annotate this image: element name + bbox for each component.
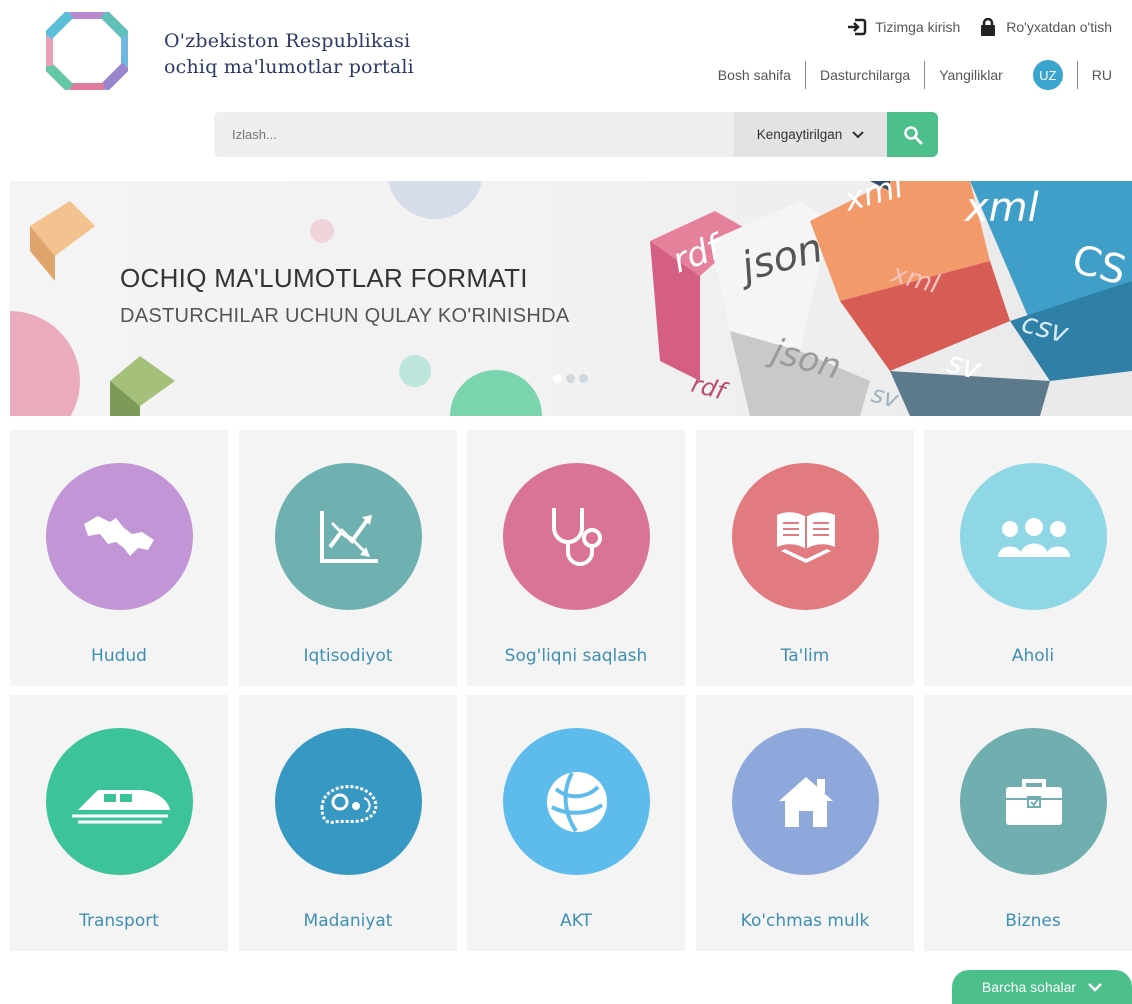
nav-home[interactable]: Bosh sahifa: [704, 67, 805, 83]
register-link[interactable]: Ro'yxatdan o'tish: [978, 18, 1112, 36]
banner-heading: OCHIQ MA'LUMOTLAR FORMATI: [120, 263, 528, 293]
search-input[interactable]: [214, 112, 734, 157]
people-icon: [960, 463, 1107, 610]
sign-in-icon: [848, 18, 867, 36]
chart-trend-icon: [275, 463, 422, 610]
category-label: Hudud: [91, 646, 147, 666]
lock-icon: [981, 18, 996, 36]
paisley-icon: [275, 728, 422, 875]
train-icon: [46, 728, 193, 875]
chevron-down-icon: [852, 130, 864, 138]
banner-subheading: DASTURCHILAR UCHUN QULAY KO'RINISHDA: [120, 305, 570, 327]
auth-links: Tizimga kirish Ro'yxatdan o'tish: [847, 18, 1112, 36]
search-icon: [903, 125, 922, 144]
category-tile-madaniyat[interactable]: Madaniyat: [239, 695, 457, 951]
open-book-icon: [732, 463, 879, 610]
svg-text:xml: xml: [963, 185, 1039, 231]
category-label: Ta'lim: [780, 646, 830, 666]
category-label: Ko'chmas mulk: [740, 911, 870, 931]
carousel-dot-2[interactable]: [566, 374, 575, 383]
svg-text:rdf: rdf: [688, 370, 731, 407]
category-label: Sog'liqni saqlash: [504, 646, 648, 666]
category-label: Iqtisodiyot: [303, 646, 393, 666]
category-tile-sogliqni-saqlash[interactable]: Sog'liqni saqlash: [467, 430, 685, 686]
category-tile-kochmas-mulk[interactable]: Ko'chmas mulk: [696, 695, 914, 951]
chevron-down-icon: [1088, 982, 1102, 992]
advanced-search-dropdown[interactable]: Kengaytirilgan: [734, 112, 887, 157]
carousel-dots: [553, 374, 588, 383]
portal-logo-icon[interactable]: [46, 12, 128, 90]
briefcase-icon: [960, 728, 1107, 875]
search-bar: Kengaytirilgan: [214, 112, 938, 157]
category-tile-transport[interactable]: Transport: [10, 695, 228, 951]
category-label: Biznes: [1005, 911, 1061, 931]
carousel-dot-3[interactable]: [579, 374, 588, 383]
register-label: Ro'yxatdan o'tish: [1006, 19, 1112, 35]
category-label: Madaniyat: [303, 911, 393, 931]
carousel-dot-1[interactable]: [553, 374, 562, 383]
nav-news[interactable]: Yangiliklar: [925, 67, 1017, 83]
category-tile-iqtisodiyot[interactable]: Iqtisodiyot: [239, 430, 457, 686]
nav-developers[interactable]: Dasturchilarga: [806, 67, 924, 83]
category-tile-akt[interactable]: AKT: [467, 695, 685, 951]
svg-text:sv: sv: [868, 380, 902, 414]
all-sectors-label: Barcha sohalar: [981, 979, 1077, 995]
all-sectors-button[interactable]: Barcha sohalar: [952, 970, 1132, 1004]
search-button[interactable]: [887, 112, 938, 157]
house-icon: [732, 728, 879, 875]
hero-banner[interactable]: rdf json xml xml CS csv xml json sv rdf …: [10, 181, 1132, 416]
site-title-line2: ochiq ma'lumotlar portali: [164, 56, 414, 78]
site-title-line1: O'zbekiston Respublikasi: [164, 30, 411, 52]
globe-network-icon: [503, 728, 650, 875]
main-nav: Bosh sahifa Dasturchilarga Yangiliklar U…: [704, 60, 1112, 90]
category-tile-biznes[interactable]: Biznes: [924, 695, 1132, 951]
lang-uz-button[interactable]: UZ: [1032, 60, 1063, 90]
login-label: Tizimga kirish: [875, 19, 961, 35]
category-label: Transport: [79, 911, 159, 931]
advanced-search-label: Kengaytirilgan: [756, 127, 843, 142]
category-label: AKT: [560, 911, 592, 931]
lang-ru-button[interactable]: RU: [1078, 67, 1112, 83]
site-title[interactable]: O'zbekiston Respublikasi ochiq ma'lumotl…: [164, 28, 414, 80]
map-icon: [46, 463, 193, 610]
category-label: Aholi: [1011, 646, 1055, 666]
category-tile-aholi[interactable]: Aholi: [924, 430, 1132, 686]
login-link[interactable]: Tizimga kirish: [847, 18, 960, 36]
category-tile-talim[interactable]: Ta'lim: [696, 430, 914, 686]
category-tile-hudud[interactable]: Hudud: [10, 430, 228, 686]
stethoscope-icon: [503, 463, 650, 610]
